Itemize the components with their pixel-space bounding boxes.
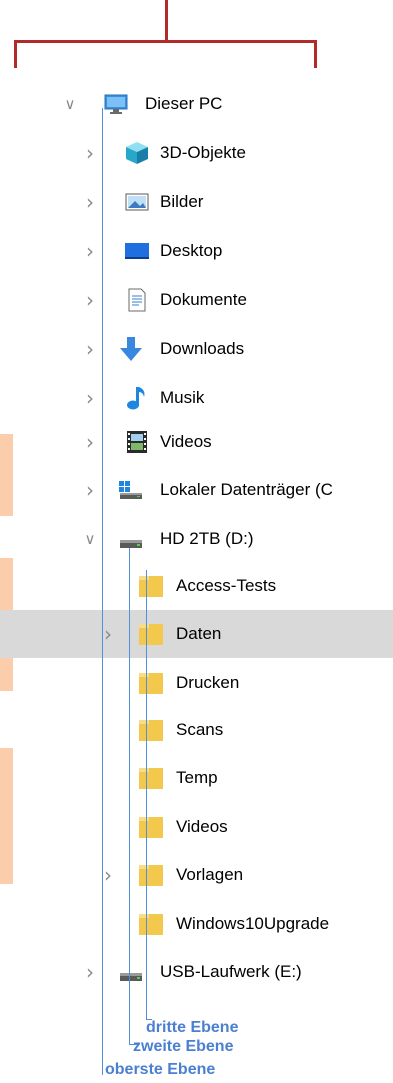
chevron-right-icon[interactable]: › [80,288,100,312]
chevron-down-icon[interactable]: ∨ [60,92,80,116]
folder-icon [138,911,164,937]
tree-item-label: Dieser PC [145,94,223,113]
film-icon [124,429,150,455]
tree-item-temp[interactable]: Temp [0,754,393,802]
tree-item-label: Temp [176,768,218,787]
tree-item-label: Daten [176,624,222,643]
tree-item-label: Dokumente [160,290,247,309]
chevron-right-icon[interactable]: › [80,141,100,165]
tree-item-label: Bilder [160,192,204,211]
chevron-right-icon[interactable]: › [80,430,100,454]
chevron-right-icon[interactable]: › [80,337,100,361]
cube-icon [124,140,150,166]
tree-item-label: Lokaler Datenträger (C [160,480,333,499]
tree-item-dieser-pc[interactable]: ∨ Dieser PC [0,80,393,128]
tree-item-label: USB-Laufwerk (E:) [160,962,302,981]
chevron-right-icon[interactable]: › [80,190,100,214]
download-arrow-icon [118,336,144,362]
tree-item-usb-laufwerk[interactable]: › USB-Laufwerk (E:) [0,948,393,996]
tree-item-desktop[interactable]: › Desktop [0,227,393,275]
folder-icon [138,573,164,599]
chevron-right-icon[interactable]: › [80,386,100,410]
tree-item-label: Vorlagen [176,865,244,884]
guide-line-top-level [102,108,103,1075]
tree-item-drucken[interactable]: Drucken [0,659,393,707]
tree-item-downloads[interactable]: › Downloads [0,325,393,373]
tree-item-label: 3D-Objekte [160,143,246,162]
bracket-stem [165,0,168,42]
drive-icon [118,959,144,985]
tree-item-label: Videos [176,817,228,836]
tree-item-videos[interactable]: › Videos [0,418,393,466]
drive-icon [118,526,144,552]
folder-icon [138,670,164,696]
tree-item-label: Videos [160,432,212,451]
chevron-right-icon[interactable]: › [98,863,118,887]
chevron-right-icon[interactable]: › [80,478,100,502]
folder-icon [138,814,164,840]
chevron-right-icon[interactable]: › [98,622,118,646]
folder-icon [138,717,164,743]
tree-item-label: Access-Tests [176,576,277,595]
chevron-right-icon[interactable]: › [80,960,100,984]
tree-item-bilder[interactable]: › Bilder [0,178,393,226]
tree-item-dokumente[interactable]: › Dokumente [0,276,393,324]
monitor-icon [103,91,129,117]
tree-item-musik[interactable]: › Musik [0,374,393,422]
tree-item-videos-d[interactable]: Videos [0,803,393,851]
folder-icon [138,862,164,888]
tree-item-scans[interactable]: Scans [0,706,393,754]
annotation-top-level: oberste Ebene [105,1061,216,1078]
desktop-icon [124,238,150,264]
bracket-right-leg [314,40,317,68]
guide-line-third-level [146,570,147,1020]
tree-item-label: Desktop [160,241,223,260]
bracket-left-leg [14,40,17,68]
tree-item-label: Drucken [176,673,240,692]
tree-item-label: Musik [160,388,205,407]
pictures-icon [124,189,150,215]
chevron-right-icon[interactable]: › [80,239,100,263]
chevron-down-icon[interactable]: ∨ [80,527,100,551]
windows-drive-icon [118,477,144,503]
tree-item-windows10upgrade[interactable]: Windows10Upgrade [0,900,393,948]
tree-item-hd-2tb[interactable]: ∨ HD 2TB (D:) [0,515,393,563]
tree-item-daten[interactable]: › Daten [0,610,393,658]
folder-icon [138,621,164,647]
tree-item-label: HD 2TB (D:) [160,529,254,548]
tree-item-access-tests[interactable]: Access-Tests [0,562,393,610]
tree-item-label: Windows10Upgrade [176,914,330,933]
tree-item-vorlagen[interactable]: › Vorlagen [0,851,393,899]
music-note-icon [124,385,150,411]
tree-item-label: Scans [176,720,224,739]
tree-item-3d-objekte[interactable]: › 3D-Objekte [0,129,393,177]
documents-icon [124,287,150,313]
tree-item-lokaler-datentraeger[interactable]: › Lokaler Datenträger (C [0,466,393,514]
annotation-second-level: zweite Ebene [133,1038,234,1055]
guide-line-second-level [129,548,130,1045]
tree-item-label: Downloads [160,339,245,358]
folder-icon [138,765,164,791]
bracket-bar [14,40,317,43]
